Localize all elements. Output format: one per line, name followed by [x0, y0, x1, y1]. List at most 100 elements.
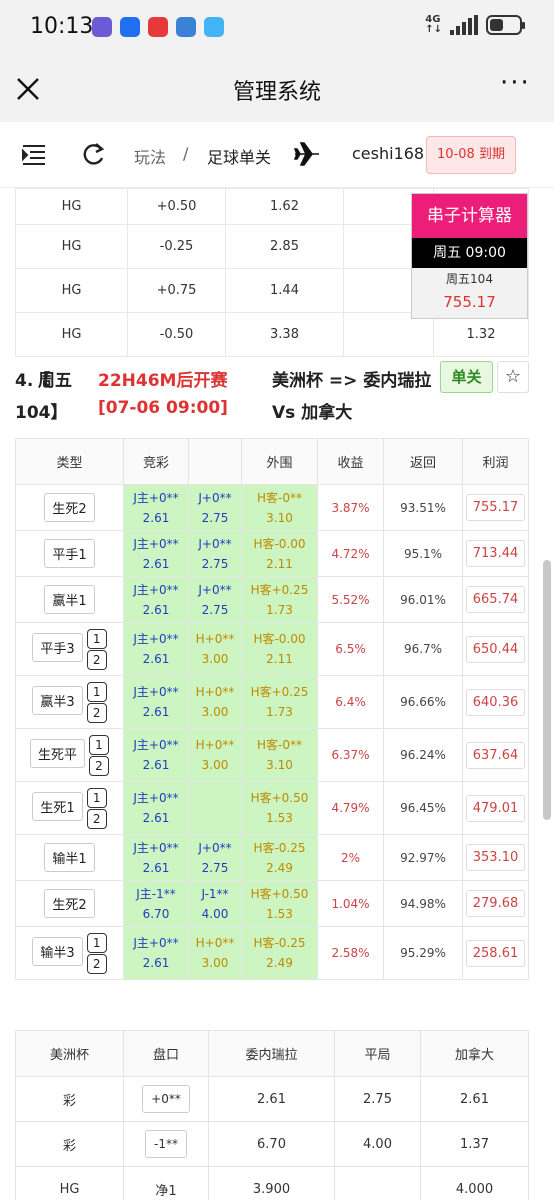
type-button[interactable]: 输半3	[32, 936, 83, 966]
table-row: 生死平 1 2 J主+0** 2.61 H+0** 3.00 H客-0** 3.10 6.37% 9…	[15, 728, 529, 782]
jc-second-odds: 2.75	[201, 556, 229, 571]
outer-label: H客-0.00	[253, 536, 306, 551]
cell-league: HG	[15, 1166, 124, 1200]
type-button[interactable]: 生死2	[44, 889, 95, 918]
match-countdown: 22H46M后开赛	[98, 371, 228, 391]
handicap-button[interactable]: -1**	[145, 1130, 187, 1158]
cell-jc-second	[188, 781, 242, 835]
table-row: 彩 +0** 2.61 2.75 2.61	[15, 1076, 529, 1122]
jc-second-label: J+0**	[198, 490, 232, 505]
type-button[interactable]: 平手3	[32, 632, 83, 662]
cell-type: 生死2	[15, 484, 124, 531]
profit-button[interactable]: 713.44	[465, 540, 526, 567]
step-option-1[interactable]: 1	[86, 681, 107, 702]
header-3: 平局	[334, 1030, 421, 1077]
outer-odds: 1.73	[266, 705, 293, 719]
title-bar: 管理系统 ···	[0, 56, 554, 122]
type-button[interactable]: 生死平	[29, 738, 85, 768]
jc-main-label: J主+0**	[133, 840, 179, 855]
menu-toggle-icon[interactable]	[22, 144, 46, 166]
cell-jc-second: J-1** 4.00	[188, 880, 242, 927]
header-5: 返回	[383, 438, 463, 485]
handicap-button[interactable]: +0**	[142, 1085, 190, 1113]
jc-main-odds: 2.61	[142, 652, 170, 666]
step-option-2[interactable]: 2	[86, 649, 107, 670]
cell-profit: 353.10	[462, 834, 529, 881]
cell-home: 6.70	[208, 1121, 335, 1167]
jc-main-label: J主+0**	[133, 738, 179, 752]
jc-second-label: H+0**	[195, 685, 235, 699]
refresh-icon[interactable]	[80, 140, 106, 168]
cell-type: 输半3 1 2	[15, 926, 124, 980]
cell-jc-main: J主+0** 2.61	[123, 530, 189, 577]
parlay-calculator[interactable]: 串子计算器 周五 09:00 周五104 755.17	[411, 193, 528, 319]
type-button[interactable]: 输半1	[44, 843, 95, 872]
outer-odds: 2.11	[266, 556, 293, 571]
step-option-1[interactable]: 1	[86, 932, 107, 953]
favorite-star-icon[interactable]: ☆	[497, 361, 529, 393]
outer-odds: 2.49	[266, 860, 293, 875]
type-button[interactable]: 平手1	[44, 539, 95, 568]
network-type: 4G ↑↓	[425, 14, 442, 35]
user-name[interactable]: ceshi168	[352, 144, 424, 163]
cell-type: HG	[15, 312, 128, 357]
step-option-1[interactable]: 1	[89, 734, 109, 755]
calculator-value: 755.17	[412, 288, 527, 318]
arbitrage-table-header: 类型 竞彩 外围 收益 返回 利润	[15, 438, 529, 485]
calculator-title[interactable]: 串子计算器	[412, 194, 527, 238]
profit-button[interactable]: 637.64	[465, 741, 526, 769]
profit-button[interactable]: 755.17	[465, 494, 526, 521]
jc-second-label: H+0**	[195, 936, 235, 950]
type-button[interactable]: 生死1	[32, 791, 83, 821]
step-option-2[interactable]: 2	[86, 808, 107, 829]
step-option-2[interactable]: 2	[89, 755, 109, 776]
jc-main-odds: 2.61	[142, 860, 170, 875]
type-button[interactable]: 赢半3	[32, 685, 83, 715]
profit-button[interactable]: 650.44	[465, 635, 526, 663]
profit-button[interactable]: 353.10	[465, 844, 526, 871]
type-button[interactable]: 生死2	[44, 493, 95, 522]
profit-button[interactable]: 640.36	[465, 688, 526, 716]
step-selector: 12	[86, 787, 107, 830]
cell-jc-second: H+0** 3.00	[188, 728, 242, 782]
jc-main-odds: 2.61	[142, 510, 170, 525]
type-button[interactable]: 赢半1	[44, 585, 95, 614]
cell-extra: 1.32	[433, 312, 529, 357]
match-code: 104】	[15, 403, 68, 423]
cell-draw: 2.75	[334, 1076, 421, 1122]
cell-handicap: +0.75	[127, 268, 226, 313]
header-3: 外围	[241, 438, 318, 485]
cell-away: 1.37	[420, 1121, 529, 1167]
step-option-1[interactable]: 1	[86, 628, 107, 649]
jc-main-odds: 2.61	[142, 758, 170, 772]
airplane-icon[interactable]	[294, 140, 320, 168]
step-option-2[interactable]: 2	[86, 702, 107, 723]
jc-second-odds: 4.00	[201, 906, 229, 921]
step-option-1[interactable]: 1	[86, 787, 107, 808]
single-badge[interactable]: 单关	[440, 361, 493, 393]
profit-button[interactable]: 665.74	[465, 586, 526, 613]
cell-jc-main: J主+0** 2.61	[123, 675, 189, 729]
status-app-icons	[92, 17, 224, 37]
profit-button[interactable]: 279.68	[465, 890, 526, 917]
cell-yield: 3.87%	[317, 484, 384, 531]
cell-outer: H客-0** 3.10	[241, 728, 318, 782]
step-option-2[interactable]: 2	[86, 953, 107, 974]
jc-second-odds: 3.00	[201, 705, 229, 719]
app-nav: 玩法 / 足球单关 ceshi168 10-08 到期	[0, 122, 554, 188]
jc-main-odds: 2.61	[142, 556, 170, 571]
cell-return: 92.97%	[383, 834, 463, 881]
profit-button[interactable]: 479.01	[465, 794, 526, 822]
outer-odds: 2.11	[266, 652, 293, 666]
cell-draw	[334, 1166, 421, 1200]
more-menu-icon[interactable]: ···	[500, 70, 532, 100]
scrollbar[interactable]	[543, 560, 551, 820]
cell-handicap: 净1	[123, 1166, 209, 1200]
breadcrumb-play[interactable]: 玩法	[134, 144, 166, 168]
cell-jc-second: H+0** 3.00	[188, 675, 242, 729]
outer-label: H客+0.25	[250, 582, 309, 597]
table-row: 生死2 J主+0** 2.61 J+0** 2.75 H客-0** 3.10 3.87% 93.…	[15, 484, 529, 531]
cell-return: 96.01%	[383, 576, 463, 623]
profit-button[interactable]: 258.61	[465, 939, 526, 967]
app-icon-4	[176, 17, 196, 37]
